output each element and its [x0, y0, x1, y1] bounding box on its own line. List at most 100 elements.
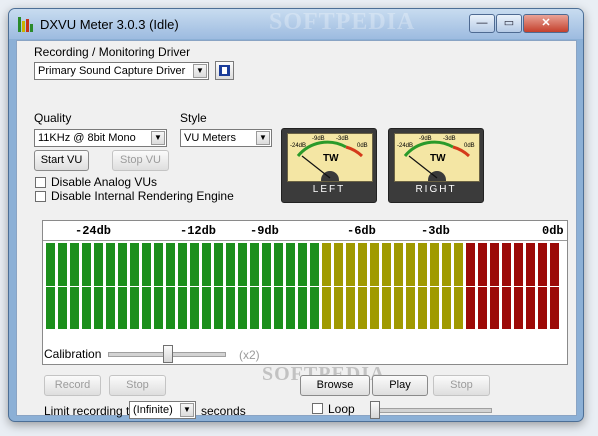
meter-segment — [298, 243, 307, 286]
meter-segment — [406, 243, 415, 286]
meter-segment — [166, 243, 175, 286]
vu-right-mark-2: -3dB — [443, 136, 456, 142]
stop-vu-button[interactable]: Stop VU — [112, 150, 169, 171]
meter-segment — [58, 243, 67, 286]
properties-icon[interactable] — [215, 61, 234, 80]
chevron-down-icon[interactable]: ▼ — [193, 64, 207, 78]
meter-segment — [238, 243, 247, 286]
meter-segment — [70, 243, 79, 286]
meter-segment — [46, 243, 55, 286]
meter-segment — [238, 287, 247, 329]
meter-segment — [250, 243, 259, 286]
meter-segment — [202, 243, 211, 286]
meter-segment — [514, 287, 523, 329]
vu-left-mark-1: -9dB — [312, 136, 325, 142]
quality-label: Quality — [34, 111, 72, 125]
meter-segment — [358, 243, 367, 286]
meter-segment — [214, 287, 223, 329]
meter-segment — [454, 243, 463, 286]
minimize-icon[interactable]: — — [469, 14, 495, 33]
playback-slider-thumb[interactable] — [370, 401, 380, 419]
meter-segment — [166, 287, 175, 329]
record-button[interactable]: Record — [44, 375, 101, 396]
meter-segment — [442, 287, 451, 329]
scale-label-6: -6db — [347, 224, 376, 238]
meter-segment — [82, 243, 91, 286]
meter-segment — [322, 287, 331, 329]
meter-segment — [190, 287, 199, 329]
meter-segment — [298, 287, 307, 329]
chevron-down-icon[interactable]: ▼ — [180, 403, 194, 417]
meter-segment — [250, 287, 259, 329]
disable-rendering-checkbox[interactable] — [35, 191, 46, 202]
close-icon[interactable]: ✕ — [523, 14, 569, 33]
meter-segment — [454, 287, 463, 329]
start-vu-button[interactable]: Start VU — [34, 150, 89, 171]
play-button[interactable]: Play — [372, 375, 428, 396]
meter-segment — [142, 243, 151, 286]
meter-segment — [430, 243, 439, 286]
scale-label-0: 0db — [542, 224, 564, 238]
chevron-down-icon[interactable]: ▼ — [256, 131, 270, 145]
meter-bars — [46, 243, 559, 329]
meter-segment — [274, 287, 283, 329]
vu-face-left: -24dB -9dB -3dB 0dB TW — [287, 133, 373, 182]
meter-segment — [478, 287, 487, 329]
loop-label: Loop — [328, 402, 355, 416]
style-label: Style — [180, 111, 207, 125]
scale-label-3: -3db — [421, 224, 450, 238]
meter-segment — [262, 287, 271, 329]
vu-right-mark-1: -9dB — [419, 136, 432, 142]
meter-segment — [202, 287, 211, 329]
style-select[interactable]: VU Meters ▼ — [180, 129, 272, 147]
vu-meter-right: -24dB -9dB -3dB 0dB TW RIGHT — [388, 128, 484, 203]
meter-segment — [478, 243, 487, 286]
style-select-value: VU Meters — [184, 132, 236, 144]
meter-segment — [178, 287, 187, 329]
meter-segment — [310, 287, 319, 329]
meter-segment — [466, 243, 475, 286]
driver-select[interactable]: Primary Sound Capture Driver ▼ — [34, 62, 209, 80]
meter-segment — [130, 287, 139, 329]
watermark-logo: SOFTPEDIA — [269, 9, 416, 35]
stop-record-button[interactable]: Stop — [109, 375, 166, 396]
app-window: DXVU Meter 3.0.3 (Idle) SOFTPEDIA — ▭ ✕ … — [8, 8, 584, 422]
meter-segment — [94, 243, 103, 286]
meter-segment — [334, 243, 343, 286]
meter-segment — [118, 243, 127, 286]
browse-button[interactable]: Browse — [300, 375, 370, 396]
disable-analog-checkbox[interactable] — [35, 177, 46, 188]
scale-label-24: -24db — [75, 224, 112, 238]
quality-select[interactable]: 11KHz @ 8bit Mono ▼ — [34, 129, 167, 147]
calibration-label: Calibration — [44, 347, 102, 361]
meter-segment — [538, 243, 547, 286]
meter-segment — [214, 243, 223, 286]
maximize-icon[interactable]: ▭ — [496, 14, 522, 33]
chevron-down-icon[interactable]: ▼ — [151, 131, 165, 145]
meter-segment — [382, 287, 391, 329]
loop-checkbox[interactable] — [312, 403, 323, 414]
meter-segment — [406, 287, 415, 329]
meter-segment — [346, 287, 355, 329]
disable-analog-label: Disable Analog VUs — [51, 175, 158, 189]
meter-segment — [466, 287, 475, 329]
driver-section-label: Recording / Monitoring Driver — [34, 45, 191, 59]
app-meter-icon — [18, 17, 34, 32]
meter-segment — [550, 287, 559, 329]
meter-segment — [370, 287, 379, 329]
meter-segment — [94, 287, 103, 329]
calibration-slider-thumb[interactable] — [163, 345, 174, 363]
meter-segment — [142, 287, 151, 329]
stop-play-button[interactable]: Stop — [433, 375, 490, 396]
title-bar[interactable]: DXVU Meter 3.0.3 (Idle) SOFTPEDIA — ▭ ✕ — [9, 9, 583, 39]
meter-segment — [286, 287, 295, 329]
meter-segment — [490, 243, 499, 286]
meter-scale: -24db -12db -9db -6db -3db 0db — [43, 221, 567, 241]
limit-select[interactable]: (Infinite) ▼ — [129, 401, 196, 419]
meter-segment — [502, 287, 511, 329]
playback-slider-track[interactable] — [370, 408, 492, 413]
main-panel: Recording / Monitoring Driver Primary So… — [16, 40, 577, 419]
vu-meter-left: -24dB -9dB -3dB 0dB TW LEFT — [281, 128, 377, 203]
meter-segment — [442, 243, 451, 286]
vu-right-mark-3: 0dB — [464, 143, 475, 149]
